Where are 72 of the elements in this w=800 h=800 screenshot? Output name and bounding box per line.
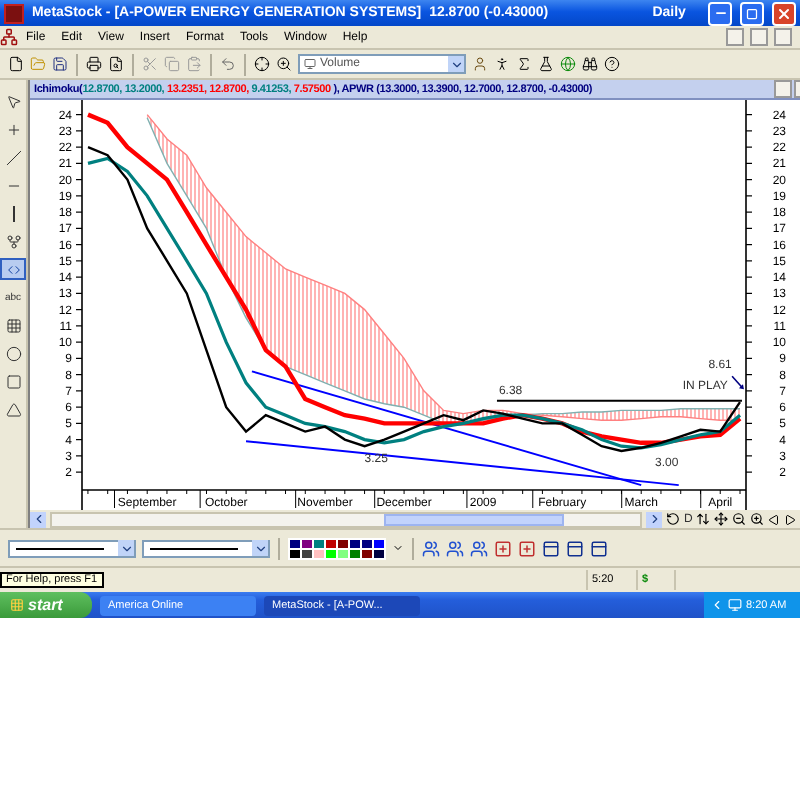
caret-icon [253,541,267,555]
up-down-arrow-icon[interactable] [696,512,711,526]
color-swatch[interactable] [314,539,324,547]
diagonal-line-icon[interactable] [5,149,21,165]
color-swatch[interactable] [350,539,360,547]
print-icon[interactable] [86,56,102,72]
standing-person-icon[interactable] [494,56,510,72]
new-file-icon[interactable] [8,56,24,72]
plus-square-icon[interactable] [494,539,512,557]
person-icon[interactable] [472,56,488,72]
color-swatch[interactable] [374,539,384,547]
color-swatch[interactable] [302,549,312,557]
crosshair-icon[interactable] [254,56,270,72]
color-swatch[interactable] [290,539,300,547]
monitor-icon [304,58,316,70]
color-swatch[interactable] [362,549,372,557]
restore-icon [746,7,759,19]
right-triangle-icon[interactable] [784,513,797,525]
arrow-icon [731,375,744,390]
rotate-icon[interactable] [666,512,680,526]
window-icon[interactable] [566,539,584,557]
help-icon[interactable] [604,56,620,72]
color-swatch[interactable] [374,549,384,557]
window-icon[interactable] [590,539,608,557]
color-swatch[interactable] [326,549,336,557]
ellipse-icon[interactable] [5,345,21,361]
minimize-icon [713,6,728,20]
plus-square-icon[interactable] [518,539,536,557]
scroll-right-button[interactable] [646,511,662,527]
people-icon[interactable] [446,539,464,557]
zoom-icon[interactable] [276,56,292,72]
rectangle-icon[interactable] [5,373,21,389]
plus-icon[interactable] [5,121,21,137]
left-triangle-icon[interactable] [768,513,781,525]
people-icon[interactable] [470,539,488,557]
color-swatch[interactable] [290,549,300,557]
save-icon[interactable] [52,56,68,72]
flask-icon[interactable] [538,56,554,72]
scroll-thumb[interactable] [384,513,564,525]
color-swatch[interactable] [362,539,372,547]
triangle-icon[interactable] [5,401,21,417]
close-button[interactable] [774,28,792,46]
color-swatch[interactable] [314,549,324,557]
zoom-out-icon[interactable] [732,512,747,526]
color-swatch[interactable] [302,539,312,547]
undo-icon[interactable] [220,56,236,72]
zoom-in-icon[interactable] [750,512,765,526]
color-palette[interactable] [288,537,386,559]
line-width-dropdown[interactable] [142,539,270,557]
caret-icon[interactable] [392,542,404,554]
app-icon [4,3,24,23]
binoculars-icon[interactable] [582,56,598,72]
move-icon[interactable] [714,512,729,526]
color-swatch[interactable] [338,549,348,557]
color-swatch[interactable] [326,539,336,547]
chevron-icon[interactable] [710,598,724,612]
grid-icon[interactable] [5,317,21,333]
left-right-arrows-icon[interactable] [5,261,21,277]
print-preview-icon[interactable] [108,56,124,72]
caret-icon [449,57,463,71]
people-icon[interactable] [422,539,440,557]
line-style-dropdown[interactable] [8,539,136,557]
caret-icon [119,541,133,555]
color-swatch[interactable] [338,539,348,547]
fork-icon[interactable] [5,233,21,249]
globe-icon[interactable] [560,56,576,72]
sigma-icon[interactable] [516,56,532,72]
window-icon[interactable] [542,539,560,557]
color-swatch[interactable] [350,549,360,557]
close-icon [776,5,793,21]
pointer-icon[interactable] [5,93,21,109]
scroll-left-button[interactable] [30,511,46,527]
